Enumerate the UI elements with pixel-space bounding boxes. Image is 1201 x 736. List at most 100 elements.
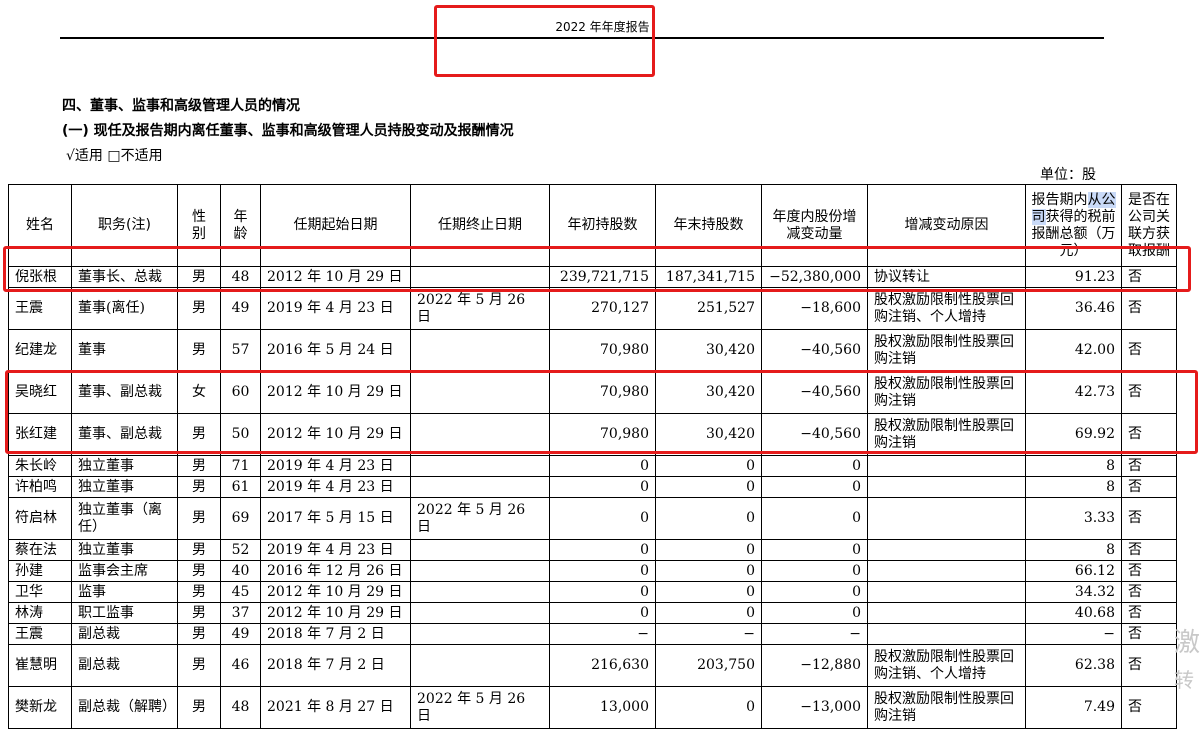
cell-ending-shares: 0 <box>655 539 762 561</box>
annotation-box-header <box>434 5 655 77</box>
report-header-title: 2022 年年度报告 <box>555 20 650 34</box>
cell-share-change: 0 <box>761 455 868 477</box>
cell-change-reason <box>867 497 1026 540</box>
cell-start-date: 2019 年 4 月 23 日 <box>260 476 411 498</box>
cell-beginning-shares: 0 <box>549 539 656 561</box>
cell-change-reason: 股权激励限制性股票回购注销、个人增持 <box>867 644 1026 687</box>
cell-pretax-pay: 8 <box>1025 476 1122 498</box>
cell-pretax-pay: 7.49 <box>1025 686 1122 729</box>
cell-gender: 男 <box>177 497 221 540</box>
cell-start-date: 2012 年 10 月 29 日 <box>260 266 411 288</box>
cell-share-change: 0 <box>761 560 868 582</box>
header-beginning-shares: 年初持股数 <box>549 184 656 267</box>
table-row: 王震 董事(离任) 男 49 2019 年 4 月 23 日 2022 年 5 月 26 … <box>8 287 1177 330</box>
cell-position: 董事(离任) <box>71 287 178 330</box>
cell-ending-shares: 251,527 <box>655 287 762 330</box>
cell-name: 纪建龙 <box>8 329 72 372</box>
header-divider <box>60 37 1104 39</box>
cell-gender: 男 <box>177 455 221 477</box>
cell-ending-shares: 187,341,715 <box>655 266 762 288</box>
cell-share-change: −18,600 <box>761 287 868 330</box>
cell-related-party: 否 <box>1121 371 1177 414</box>
cell-ending-shares: 0 <box>655 602 762 624</box>
cell-name: 许柏鸣 <box>8 476 72 498</box>
cell-pretax-pay: 8 <box>1025 539 1122 561</box>
cell-change-reason <box>867 623 1026 645</box>
cell-ending-shares: 30,420 <box>655 371 762 414</box>
table-row: 王震 副总裁男 49 2018 年 7 月 2 日 − − − − 否 <box>8 623 1177 645</box>
cell-name: 王震 <box>8 623 72 645</box>
table-row: 符启林 独立董事（离任）男 69 2017 年 5 月 15 日 2022 年 5 月 … <box>8 497 1177 540</box>
table-row: 卫华 监事男 45 2012 年 10 月 29 日 0 0 0 34.32 否 <box>8 581 1177 603</box>
cell-beginning-shares: 239,721,715 <box>549 266 656 288</box>
cell-ending-shares: 0 <box>655 497 762 540</box>
cell-share-change: − <box>761 623 868 645</box>
cell-gender: 女 <box>177 371 221 414</box>
header-pretax-pay: 报告期内从公司获得的税前报酬总额（万元） <box>1025 184 1122 267</box>
cell-ending-shares: 30,420 <box>655 413 762 456</box>
cell-change-reason: 股权激励限制性股票回购注销 <box>867 329 1026 372</box>
header-start-date: 任期起始日期 <box>260 184 411 267</box>
cell-position: 副总裁 <box>71 644 178 687</box>
cell-share-change: −40,560 <box>761 371 868 414</box>
cell-position: 独立董事（离任） <box>71 497 178 540</box>
applicability-checkbox-text: √适用 □不适用 <box>66 148 163 164</box>
cell-start-date: 2016 年 12 月 26 日 <box>260 560 411 582</box>
cell-share-change: −40,560 <box>761 329 868 372</box>
cell-change-reason: 协议转让 <box>867 266 1026 288</box>
cell-gender: 男 <box>177 623 221 645</box>
header-age: 年龄 <box>220 184 261 267</box>
cell-share-change: −13,000 <box>761 686 868 729</box>
cell-ending-shares: 0 <box>655 686 762 729</box>
cell-pretax-pay: 40.68 <box>1025 602 1122 624</box>
cell-change-reason <box>867 602 1026 624</box>
cell-gender: 男 <box>177 329 221 372</box>
cell-ending-shares: 0 <box>655 476 762 498</box>
cell-related-party: 否 <box>1121 266 1177 288</box>
cell-start-date: 2018 年 7 月 2 日 <box>260 644 411 687</box>
cell-age: 50 <box>220 413 261 456</box>
table-body: 倪张根 董事长、总裁男 48 2012 年 10 月 29 日 239,721,715 1… <box>8 266 1177 729</box>
cell-beginning-shares: 0 <box>549 602 656 624</box>
table-row: 蔡在法 独立董事男 52 2019 年 4 月 23 日0008否 <box>8 539 1177 561</box>
cell-pretax-pay: 62.38 <box>1025 644 1122 687</box>
header-gender: 性别 <box>177 184 221 267</box>
header-name: 姓名 <box>8 184 72 267</box>
cell-start-date: 2019 年 4 月 23 日 <box>260 455 411 477</box>
header-pay-prefix: 报告期内 <box>1031 191 1088 208</box>
cell-share-change: 0 <box>761 497 868 540</box>
cell-age: 60 <box>220 371 261 414</box>
cell-related-party: 否 <box>1121 287 1177 330</box>
cell-position: 监事会主席 <box>71 560 178 582</box>
cell-beginning-shares: 0 <box>549 560 656 582</box>
cell-name: 吴晓红 <box>8 371 72 414</box>
cell-gender: 男 <box>177 686 221 729</box>
table-row: 孙建 监事会主席男 40 2016 年 12 月 26 日 0 0 0 66.12 否 <box>8 560 1177 582</box>
table-row: 朱长岭 独立董事男 71 2019 年 4 月 23 日0008否 <box>8 455 1177 477</box>
cell-pretax-pay: 66.12 <box>1025 560 1122 582</box>
cell-end-date <box>410 476 550 498</box>
cell-gender: 男 <box>177 581 221 603</box>
cell-pretax-pay: − <box>1025 623 1122 645</box>
cell-beginning-shares: 70,980 <box>549 371 656 414</box>
table-header-row: 姓名 职务(注) 性别 年龄 任期起始日期 任期终止日期 年初持股数 年末持股数… <box>8 184 1177 267</box>
cell-name: 孙建 <box>8 560 72 582</box>
shareholding-table: 姓名 职务(注) 性别 年龄 任期起始日期 任期终止日期 年初持股数 年末持股数… <box>8 184 1177 729</box>
cell-share-change: 0 <box>761 539 868 561</box>
cell-start-date: 2012 年 10 月 29 日 <box>260 371 411 414</box>
cell-end-date <box>410 266 550 288</box>
cell-gender: 男 <box>177 413 221 456</box>
cell-age: 52 <box>220 539 261 561</box>
cell-beginning-shares: 0 <box>549 581 656 603</box>
unit-label: 单位：股 <box>1040 167 1096 183</box>
cell-change-reason: 股权激励限制性股票回购注销、个人增持 <box>867 287 1026 330</box>
cell-beginning-shares: 216,630 <box>549 644 656 687</box>
cell-change-reason <box>867 560 1026 582</box>
cell-name: 林涛 <box>8 602 72 624</box>
cell-end-date <box>410 623 550 645</box>
cell-beginning-shares: 13,000 <box>549 686 656 729</box>
cell-end-date <box>410 560 550 582</box>
cell-gender: 男 <box>177 266 221 288</box>
table-row: 纪建龙 董事男 57 2016 年 5 月 24 日 70,980 30,420 −40,5… <box>8 329 1177 372</box>
cell-change-reason <box>867 455 1026 477</box>
